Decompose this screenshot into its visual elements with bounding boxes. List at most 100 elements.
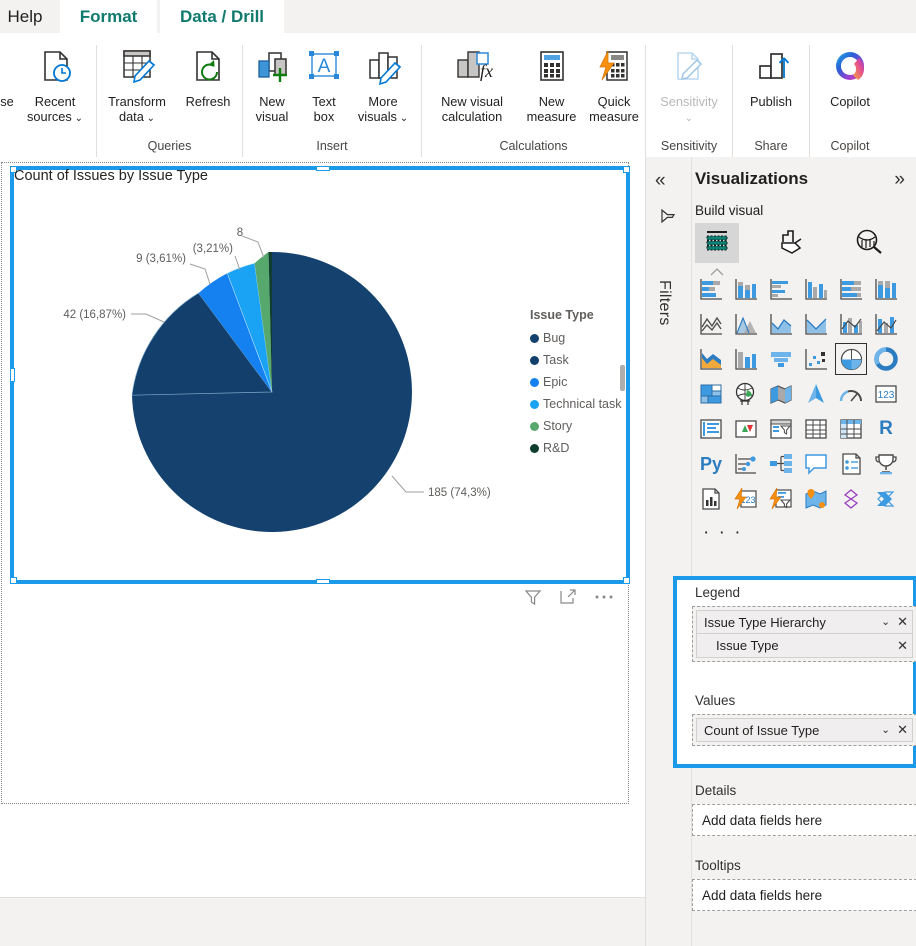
100-stacked-bar-chart-icon[interactable] bbox=[837, 275, 865, 303]
tab-format[interactable]: Format bbox=[60, 0, 157, 33]
qna-icon[interactable] bbox=[802, 450, 830, 478]
ribbon-button-sensitivity[interactable]: Sensitivity ⌄ bbox=[646, 39, 732, 126]
legend-item-story[interactable]: Story bbox=[530, 415, 626, 437]
more-options-icon[interactable] bbox=[594, 588, 614, 611]
details-well-bucket[interactable]: Add data fields here bbox=[692, 804, 916, 836]
chevron-double-right-icon[interactable]: » bbox=[894, 169, 905, 191]
field-chip-count-of-issue-type[interactable]: Count of Issue Type ⌄ ✕ bbox=[696, 718, 913, 742]
python-visual-icon[interactable]: Py bbox=[697, 450, 725, 478]
paginated-report-icon[interactable] bbox=[872, 450, 900, 478]
ribbon-button-quick-measure[interactable]: Quick measure bbox=[583, 39, 645, 124]
format-visual-tab[interactable] bbox=[770, 223, 814, 263]
field-chip-issue-type[interactable]: Issue Type ✕ bbox=[696, 634, 913, 658]
metrics-icon[interactable] bbox=[767, 485, 795, 513]
resize-handle-br[interactable] bbox=[623, 577, 630, 584]
ribbon-button-new-visual-calculation[interactable]: fx New visual calculation bbox=[424, 39, 520, 124]
analytics-tab[interactable] bbox=[847, 223, 891, 263]
legend-well-bucket[interactable]: Issue Type Hierarchy ⌄ ✕ Issue Type ✕ bbox=[692, 606, 916, 662]
ribbon-button-more-visuals[interactable]: More visuals ⌄ bbox=[348, 39, 418, 126]
chevron-down-icon[interactable]: ⌄ bbox=[397, 113, 408, 124]
legend-scrollbar[interactable] bbox=[620, 365, 625, 391]
remove-field-icon[interactable]: ✕ bbox=[897, 722, 908, 738]
ribbon-button-text-box[interactable]: A Text box bbox=[300, 39, 348, 124]
stacked-column-chart-icon[interactable] bbox=[732, 275, 760, 303]
smart-narrative-icon[interactable] bbox=[697, 485, 725, 513]
chart-legend[interactable]: Issue Type Bug Task Epic Technical task … bbox=[530, 308, 626, 459]
ribbon-button-transform-data[interactable]: Transform data ⌄ bbox=[99, 39, 175, 126]
multi-row-card-icon[interactable] bbox=[697, 415, 725, 443]
tab-data-drill[interactable]: Data / Drill bbox=[160, 0, 284, 33]
legend-item-technical-task[interactable]: Technical task bbox=[530, 393, 626, 415]
waterfall-chart-icon[interactable] bbox=[697, 345, 725, 373]
key-influencers-icon[interactable] bbox=[732, 450, 760, 478]
legend-swatch-epic bbox=[530, 378, 539, 387]
values-well-bucket[interactable]: Count of Issue Type ⌄ ✕ bbox=[692, 714, 916, 746]
area-chart-icon[interactable] bbox=[732, 310, 760, 338]
resize-handle-t[interactable] bbox=[316, 166, 330, 171]
decomposition-tree-icon[interactable] bbox=[767, 450, 795, 478]
funnel-chart-icon[interactable] bbox=[732, 345, 760, 373]
legend-item-bug[interactable]: Bug bbox=[530, 327, 626, 349]
power-automate-icon[interactable]: 123 bbox=[732, 485, 760, 513]
chevron-down-icon[interactable]: ⌄ bbox=[881, 616, 890, 628]
resize-handle-tr[interactable] bbox=[623, 166, 630, 173]
azure-map-icon[interactable] bbox=[802, 380, 830, 408]
get-more-visuals-icon[interactable] bbox=[837, 485, 865, 513]
tab-help[interactable]: Help bbox=[0, 0, 50, 33]
table-icon[interactable] bbox=[802, 415, 830, 443]
r-script-icon[interactable]: R bbox=[872, 415, 900, 443]
focus-mode-icon[interactable] bbox=[559, 588, 577, 611]
map-icon[interactable] bbox=[732, 380, 760, 408]
arcgis-maps-icon[interactable] bbox=[802, 485, 830, 513]
filters-pane-tab[interactable]: Filters bbox=[646, 205, 692, 335]
line-stacked-column-icon[interactable] bbox=[802, 310, 830, 338]
remove-field-icon[interactable]: ✕ bbox=[897, 638, 908, 654]
ribbon-button-recent-sources[interactable]: Recent sources ⌄ bbox=[18, 39, 92, 126]
clustered-bar-chart-icon[interactable] bbox=[767, 275, 795, 303]
100-stacked-column-chart-icon[interactable] bbox=[872, 275, 900, 303]
treemap-icon[interactable] bbox=[697, 380, 725, 408]
stacked-bar-chart-icon[interactable] bbox=[697, 275, 725, 303]
gauge-icon[interactable] bbox=[837, 380, 865, 408]
pie-chart-icon[interactable] bbox=[835, 343, 867, 375]
legend-item-task[interactable]: Task bbox=[530, 349, 626, 371]
chevron-down-icon[interactable]: ⌄ bbox=[685, 113, 693, 124]
ribbon-button-copilot[interactable]: Copilot bbox=[810, 39, 890, 110]
power-apps-icon[interactable] bbox=[872, 485, 900, 513]
bubble-chart-icon[interactable] bbox=[802, 345, 830, 373]
chevron-down-icon[interactable]: ⌄ bbox=[144, 113, 155, 124]
narrative-icon[interactable] bbox=[837, 450, 865, 478]
tooltips-well-bucket[interactable]: Add data fields here bbox=[692, 879, 916, 911]
resize-handle-b[interactable] bbox=[316, 579, 330, 584]
ribbon-group-calculations: fx New visual calculation bbox=[422, 33, 645, 157]
filled-map-icon[interactable] bbox=[767, 380, 795, 408]
clustered-column-chart-icon[interactable] bbox=[802, 275, 830, 303]
filter-icon[interactable] bbox=[524, 588, 542, 611]
scatter-chart-icon[interactable] bbox=[767, 345, 795, 373]
legend-item-epic[interactable]: Epic bbox=[530, 371, 626, 393]
kpi-icon[interactable] bbox=[732, 415, 760, 443]
resize-handle-bl[interactable] bbox=[10, 577, 17, 584]
legend-item-rd[interactable]: R&D bbox=[530, 437, 626, 459]
ribbon-button-publish[interactable]: Publish bbox=[733, 39, 809, 110]
svg-text:123: 123 bbox=[878, 390, 895, 401]
field-chip-issue-type-hierarchy[interactable]: Issue Type Hierarchy ⌄ ✕ bbox=[696, 610, 913, 634]
chevron-down-icon[interactable]: ⌄ bbox=[72, 113, 83, 124]
card-icon[interactable]: 123 bbox=[872, 380, 900, 408]
chevron-double-left-icon[interactable]: « bbox=[655, 170, 666, 192]
chevron-down-icon[interactable]: ⌄ bbox=[881, 724, 890, 736]
donut-chart-icon[interactable] bbox=[872, 345, 900, 373]
ribbon-button-new-measure[interactable]: New measure bbox=[520, 39, 583, 124]
build-visual-tab[interactable] bbox=[695, 223, 739, 263]
ribbon-chart-icon[interactable] bbox=[872, 310, 900, 338]
slicer-icon[interactable] bbox=[767, 415, 795, 443]
ribbon-button-refresh[interactable]: Refresh bbox=[175, 39, 241, 110]
matrix-icon[interactable] bbox=[837, 415, 865, 443]
line-clustered-column-icon[interactable] bbox=[837, 310, 865, 338]
line-chart-icon[interactable] bbox=[697, 310, 725, 338]
remove-field-icon[interactable]: ✕ bbox=[897, 614, 908, 630]
ribbon-button-new-visual[interactable]: New visual bbox=[244, 39, 300, 124]
leader-line-task bbox=[131, 314, 164, 322]
stacked-area-chart-icon[interactable] bbox=[767, 310, 795, 338]
more-visual-types-icon[interactable]: · · · bbox=[703, 522, 743, 544]
